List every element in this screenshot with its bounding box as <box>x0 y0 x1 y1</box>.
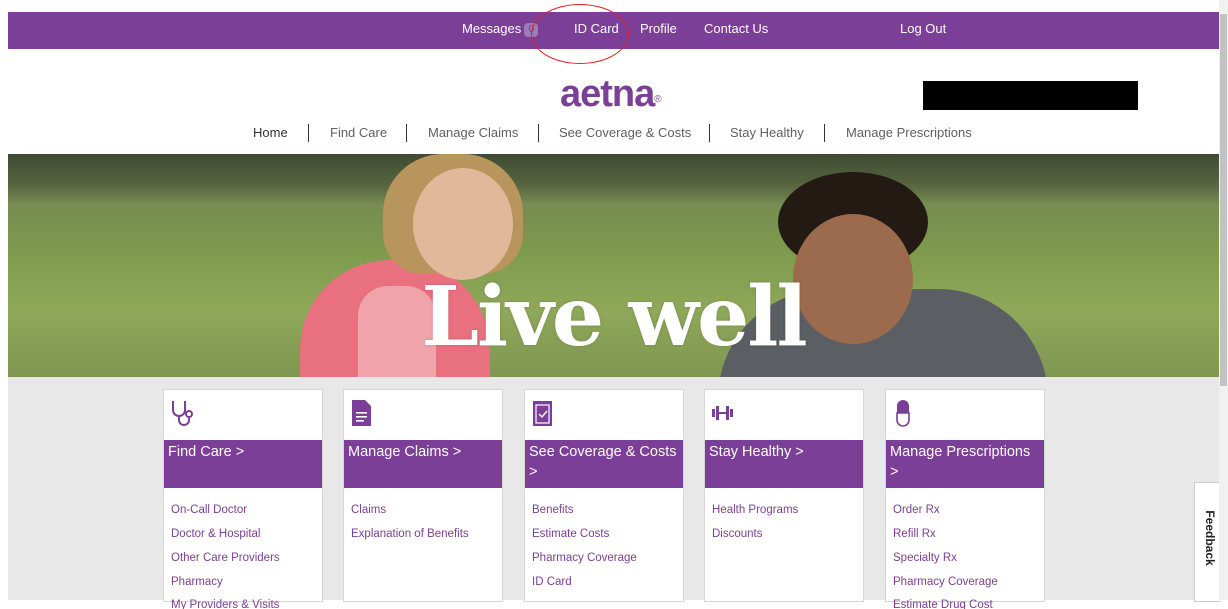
main-nav: Home Find Care Manage Claims See Coverag… <box>8 124 1219 145</box>
scrollbar-thumb[interactable] <box>1220 14 1227 386</box>
card-title-link[interactable]: See Coverage & Costs > <box>525 440 683 488</box>
link-explanation-of-benefits[interactable]: Explanation of Benefits <box>351 522 469 546</box>
clipboard-icon <box>531 398 555 428</box>
nav-separator <box>308 124 309 142</box>
link-estimate-costs[interactable]: Estimate Costs <box>532 522 637 546</box>
card-find-care: Find Care > On-Call Doctor Doctor & Hosp… <box>163 389 323 609</box>
trademark-symbol: ® <box>654 94 661 105</box>
logo-text: aetna <box>560 73 655 115</box>
link-id-card[interactable]: ID Card <box>532 570 637 594</box>
link-doctor-hospital[interactable]: Doctor & Hospital <box>171 522 280 546</box>
card-title-link[interactable]: Manage Claims > <box>344 440 502 488</box>
messages-link[interactable]: Messages 0 <box>462 12 539 49</box>
card-manage-claims: Manage Claims > Claims Explanation of Be… <box>343 389 503 602</box>
card-manage-prescriptions: Manage Prescriptions > Order Rx Refill R… <box>885 389 1045 609</box>
page: Messages 0 ID Card Profile Contact Us Log… <box>8 4 1219 609</box>
nav-find-care[interactable]: Find Care <box>330 125 387 141</box>
link-pharmacy-coverage[interactable]: Pharmacy Coverage <box>893 570 998 594</box>
link-benefits[interactable]: Benefits <box>532 498 637 522</box>
card-links: On-Call Doctor Doctor & Hospital Other C… <box>171 498 280 609</box>
link-other-care-providers[interactable]: Other Care Providers <box>171 546 280 570</box>
pill-icon <box>892 398 916 428</box>
link-claims[interactable]: Claims <box>351 498 469 522</box>
card-links: Claims Explanation of Benefits <box>351 498 469 546</box>
profile-link[interactable]: Profile <box>640 12 677 49</box>
link-refill-rx[interactable]: Refill Rx <box>893 522 998 546</box>
nav-separator <box>824 124 825 142</box>
card-title-link[interactable]: Find Care > <box>164 440 322 488</box>
card-links: Order Rx Refill Rx Specialty Rx Pharmacy… <box>893 498 998 609</box>
hero-banner: Live well <box>8 154 1219 377</box>
card-stay-healthy: Stay Healthy > Health Programs Discounts <box>704 389 864 602</box>
nav-see-coverage-costs[interactable]: See Coverage & Costs <box>559 125 691 141</box>
link-order-rx[interactable]: Order Rx <box>893 498 998 522</box>
card-title-link[interactable]: Manage Prescriptions > <box>886 440 1044 488</box>
link-specialty-rx[interactable]: Specialty Rx <box>893 546 998 570</box>
messages-label: Messages <box>462 21 522 36</box>
card-title-link[interactable]: Stay Healthy > <box>705 440 863 488</box>
document-icon <box>350 398 374 428</box>
hero-photo-woman-face <box>413 168 513 280</box>
nav-manage-claims[interactable]: Manage Claims <box>428 125 518 141</box>
nav-manage-prescriptions[interactable]: Manage Prescriptions <box>846 125 972 141</box>
nav-separator <box>406 124 407 142</box>
feedback-label: Feedback <box>1203 510 1217 566</box>
log-out-link[interactable]: Log Out <box>900 12 946 49</box>
stethoscope-icon <box>170 398 194 428</box>
hero-background-trees <box>8 154 1219 204</box>
red-circle-annotation <box>531 4 629 64</box>
nav-home[interactable]: Home <box>253 125 288 141</box>
redacted-block <box>923 81 1138 110</box>
nav-separator <box>709 124 710 142</box>
link-pharmacy-coverage[interactable]: Pharmacy Coverage <box>532 546 637 570</box>
nav-separator <box>538 124 539 142</box>
aetna-logo[interactable]: aetna® <box>560 72 662 116</box>
card-see-coverage-costs: See Coverage & Costs > Benefits Estimate… <box>524 389 684 602</box>
link-on-call-doctor[interactable]: On-Call Doctor <box>171 498 280 522</box>
link-pharmacy[interactable]: Pharmacy <box>171 570 280 594</box>
card-links: Health Programs Discounts <box>712 498 798 546</box>
feedback-tab[interactable]: Feedback <box>1194 482 1221 602</box>
link-health-programs[interactable]: Health Programs <box>712 498 798 522</box>
hero-title: Live well <box>421 269 807 365</box>
nav-stay-healthy[interactable]: Stay Healthy <box>730 125 804 141</box>
dumbbell-icon <box>711 398 735 428</box>
link-discounts[interactable]: Discounts <box>712 522 798 546</box>
contact-us-link[interactable]: Contact Us <box>704 12 768 49</box>
card-links: Benefits Estimate Costs Pharmacy Coverag… <box>532 498 637 594</box>
